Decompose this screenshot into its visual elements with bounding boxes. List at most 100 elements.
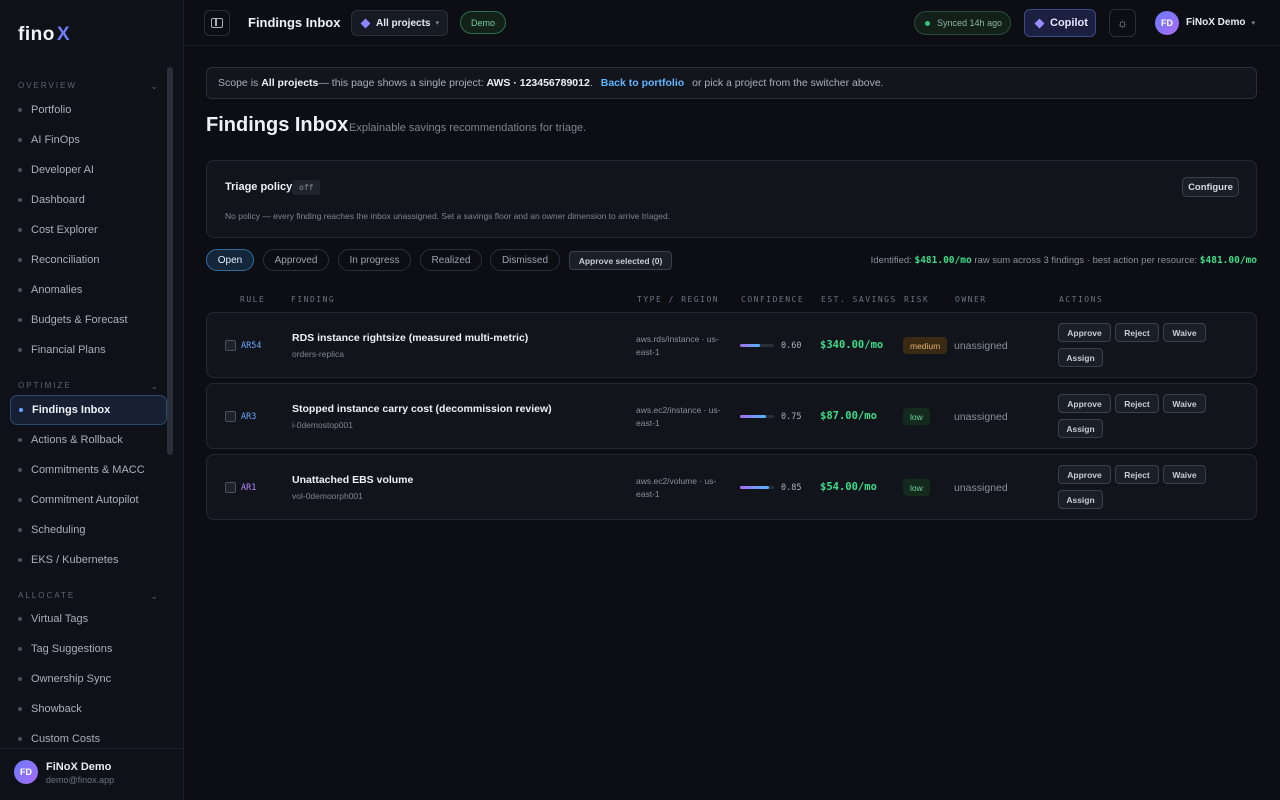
table-row: AR54 RDS instance rightsize (measured mu…	[206, 312, 1257, 378]
finding-title[interactable]: Unattached EBS volume	[292, 474, 413, 486]
chevron-down-icon: ▾	[435, 20, 439, 27]
sidebar-item-financial-plans[interactable]: Financial Plans	[10, 335, 167, 365]
avatar: FD	[14, 760, 38, 784]
risk-badge: low	[903, 479, 930, 496]
reject-button[interactable]: Reject	[1115, 394, 1159, 413]
sidebar-item-anomalies[interactable]: Anomalies	[10, 275, 167, 305]
column-header-rule: RULE	[240, 295, 266, 304]
sidebar-item-showback[interactable]: Showback	[10, 694, 167, 724]
column-header-finding: FINDING	[291, 295, 336, 304]
sidebar-toggle-button[interactable]	[204, 10, 230, 36]
table-row: AR1 Unattached EBS volume vol-0demoorph0…	[206, 454, 1257, 520]
finding-title[interactable]: Stopped instance carry cost (decommissio…	[292, 403, 552, 415]
sidebar-item-commitments-macc[interactable]: Commitments & MACC	[10, 455, 167, 485]
column-header-est-savings: EST. SAVINGS	[821, 295, 897, 304]
confidence-bar	[740, 415, 774, 418]
tab-realized[interactable]: Realized	[420, 249, 482, 271]
assign-button[interactable]: Assign	[1058, 348, 1103, 367]
section-allocate[interactable]: ALLOCATE ⌄	[18, 591, 160, 601]
topbar: Findings Inbox All projects ▾ Demo Synced…	[184, 0, 1280, 46]
rule-id: AR1	[241, 483, 257, 493]
sun-icon: ☼	[1117, 16, 1128, 30]
sidebar-item-cost-explorer[interactable]: Cost Explorer	[10, 215, 167, 245]
avatar[interactable]: FD	[1155, 11, 1179, 35]
row-checkbox[interactable]	[225, 411, 236, 422]
finding-resource: orders-replica	[292, 349, 344, 359]
reject-button[interactable]: Reject	[1115, 465, 1159, 484]
est-savings: $340.00/mo	[820, 339, 884, 351]
sidebar-item-eks-kubernetes[interactable]: EKS / Kubernetes	[10, 545, 167, 575]
sidebar-item-virtual-tags[interactable]: Virtual Tags	[10, 604, 167, 634]
reject-button[interactable]: Reject	[1115, 323, 1159, 342]
user-menu[interactable]: FiNoX Demo ▾	[1186, 17, 1255, 28]
owner-value: unassigned	[954, 482, 1008, 494]
copilot-button[interactable]: Copilot	[1024, 9, 1096, 37]
sidebar-item-ai-finops[interactable]: AI FinOps	[10, 125, 167, 155]
sidebar-item-commitment-autopilot[interactable]: Commitment Autopilot	[10, 485, 167, 515]
sidebar-item-actions-rollback[interactable]: Actions & Rollback	[10, 425, 167, 455]
sidebar-item-reconciliation[interactable]: Reconciliation	[10, 245, 167, 275]
sidebar-user[interactable]: FD FiNoX Demo demo@finox.app	[0, 748, 184, 800]
nav-list: OVERVIEW ⌄ Portfolio AI FinOps Developer …	[0, 66, 174, 748]
table-row: AR3 Stopped instance carry cost (decommi…	[206, 383, 1257, 449]
sidebar-scrollbar[interactable]	[167, 67, 173, 455]
confidence-value: 0.85	[781, 483, 802, 493]
finding-title[interactable]: RDS instance rightsize (measured multi-m…	[292, 332, 528, 344]
approve-button[interactable]: Approve	[1058, 323, 1111, 342]
assign-button[interactable]: Assign	[1058, 490, 1103, 509]
section-optimize[interactable]: OPTIMIZE ⌄	[18, 381, 160, 391]
policy-status-badge: off	[292, 180, 321, 195]
section-overview[interactable]: OVERVIEW ⌄	[18, 81, 160, 91]
sidebar-item-scheduling[interactable]: Scheduling	[10, 515, 167, 545]
diamond-icon	[1034, 18, 1045, 28]
waive-button[interactable]: Waive	[1163, 465, 1206, 484]
type-region: aws.rds/instance · us-east-1	[636, 334, 719, 357]
approve-button[interactable]: Approve	[1058, 394, 1111, 413]
sidebar-item-findings-inbox[interactable]: Findings Inbox	[10, 395, 167, 425]
column-header-type-region: TYPE / REGION	[637, 295, 720, 304]
page-subtitle: Explainable savings recommendations for …	[349, 122, 587, 134]
diamond-icon	[360, 18, 371, 28]
assign-button[interactable]: Assign	[1058, 419, 1103, 438]
rule-id: AR3	[241, 412, 257, 422]
column-header-owner: OWNER	[955, 295, 987, 304]
configure-button[interactable]: Configure	[1182, 177, 1239, 197]
tab-dismissed[interactable]: Dismissed	[490, 249, 560, 271]
waive-button[interactable]: Waive	[1163, 394, 1206, 413]
status-dot-icon	[925, 20, 930, 26]
sidebar-item-tag-suggestions[interactable]: Tag Suggestions	[10, 634, 167, 664]
confidence-value: 0.75	[781, 412, 802, 422]
confidence-bar	[740, 344, 774, 347]
theme-toggle-button[interactable]: ☼	[1109, 9, 1136, 37]
waive-button[interactable]: Waive	[1163, 323, 1206, 342]
topbar-title: Findings Inbox	[248, 15, 341, 30]
project-switcher-button[interactable]: All projects ▾	[351, 10, 448, 36]
sidebar-item-budgets-forecast[interactable]: Budgets & Forecast	[10, 305, 167, 335]
sidebar-item-portfolio[interactable]: Portfolio	[10, 95, 167, 125]
tab-approved[interactable]: Approved	[263, 249, 329, 271]
row-checkbox[interactable]	[225, 482, 236, 493]
confidence-bar	[740, 486, 774, 489]
chevron-down-icon: ▾	[1251, 20, 1255, 27]
sidebar-item-dashboard[interactable]: Dashboard	[10, 185, 167, 215]
back-to-portfolio-link[interactable]: Back to portfolio	[601, 77, 684, 89]
type-region: aws.ec2/instance · us-east-1	[636, 405, 721, 428]
row-checkbox[interactable]	[225, 340, 236, 351]
sidebar-item-developer-ai[interactable]: Developer AI	[10, 155, 167, 185]
sidebar-item-custom-costs[interactable]: Custom Costs	[10, 724, 167, 748]
column-header-risk: RISK	[904, 295, 930, 304]
sidebar: fino X OVERVIEW ⌄ Portfolio AI FinOps Deve…	[0, 0, 184, 800]
rule-id: AR54	[241, 341, 262, 351]
risk-badge: low	[903, 408, 930, 425]
approve-selected-button[interactable]: Approve selected (0)	[569, 251, 672, 270]
logo-mark: X	[56, 24, 71, 45]
tab-open[interactable]: Open	[206, 249, 254, 271]
sidebar-item-ownership-sync[interactable]: Ownership Sync	[10, 664, 167, 694]
logo[interactable]: fino X	[18, 24, 70, 46]
owner-value: unassigned	[954, 340, 1008, 352]
tab-in-progress[interactable]: In progress	[338, 249, 411, 271]
triage-policy-card: Triage policy off No policy — every find…	[206, 160, 1257, 238]
sync-status: Synced 14h ago	[914, 11, 1011, 35]
approve-button[interactable]: Approve	[1058, 465, 1111, 484]
confidence-value: 0.60	[781, 341, 802, 351]
